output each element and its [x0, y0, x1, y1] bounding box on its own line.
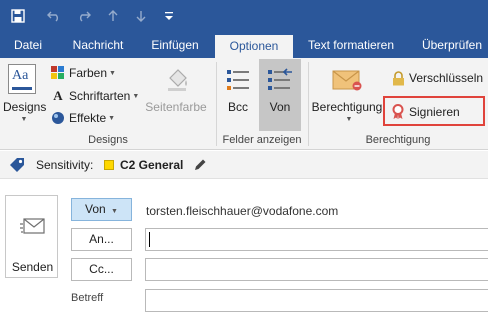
title-bar — [0, 0, 488, 32]
send-button[interactable]: Senden — [5, 195, 58, 278]
farben-label: Farben — [69, 66, 108, 80]
envelope-permission-icon — [332, 68, 362, 95]
berechtigung-button[interactable]: Berechtigung ▼ — [310, 62, 384, 130]
verschluesseln-button[interactable]: Verschlüsseln — [390, 68, 483, 88]
schriftarten-label: Schriftarten — [69, 89, 131, 103]
seitenfarbe-button[interactable]: Seitenfarbe — [144, 62, 208, 130]
text-cursor — [149, 232, 150, 247]
schriftarten-button[interactable]: A Schriftarten ▼ — [50, 86, 139, 106]
designs-group-label: Designs — [88, 134, 128, 146]
sensitivity-value[interactable]: C2 General — [120, 158, 183, 172]
fields-group-label: Felder anzeigen — [222, 134, 302, 146]
to-field[interactable] — [145, 228, 488, 251]
subject-field[interactable] — [145, 289, 488, 312]
font-icon: A — [53, 88, 63, 103]
sensitivity-label: Sensitivity: — [36, 158, 94, 172]
compose-header: Senden Von ▼ torsten.fleischhauer@vodafo… — [0, 180, 488, 315]
chevron-down-icon: ▼ — [111, 208, 118, 215]
lock-icon — [390, 70, 406, 86]
tab-text-formatieren[interactable]: Text formatieren — [298, 32, 404, 58]
tab-einfuegen[interactable]: Einfügen — [140, 32, 210, 58]
seitenfarbe-label: Seitenfarbe — [145, 100, 207, 114]
designs-dropdown-icon: ▼ — [20, 116, 28, 123]
designs-icon: Aa — [8, 64, 36, 94]
von-label: Von — [269, 100, 291, 114]
previous-item-icon[interactable] — [104, 0, 122, 32]
tab-ueberpruefen[interactable]: Überprüfen — [412, 32, 488, 58]
chevron-down-icon: ▼ — [132, 92, 140, 100]
effekte-button[interactable]: Effekte ▼ — [50, 108, 115, 128]
chevron-down-icon: ▼ — [109, 69, 116, 77]
to-button[interactable]: An... — [71, 228, 132, 251]
save-icon[interactable] — [8, 0, 28, 32]
sensitivity-bar: Sensitivity: C2 General — [0, 151, 488, 179]
sensitivity-color-swatch — [104, 160, 114, 170]
paint-bucket-icon — [164, 66, 190, 95]
undo-icon[interactable] — [44, 0, 64, 32]
effects-icon — [50, 110, 66, 126]
permission-group-label: Berechtigung — [365, 134, 431, 146]
cc-field[interactable] — [145, 258, 488, 281]
verschluesseln-label: Verschlüsseln — [409, 71, 484, 85]
next-item-icon[interactable] — [132, 0, 150, 32]
bcc-icon — [227, 68, 251, 95]
bcc-button[interactable]: Bcc — [221, 62, 255, 130]
sensitivity-icon — [9, 157, 25, 176]
tab-datei[interactable]: Datei — [0, 32, 56, 58]
palette-icon — [50, 65, 66, 81]
from-address: torsten.fleischhauer@vodafone.com — [146, 204, 339, 218]
from-button-label: Von — [85, 202, 106, 216]
effekte-label: Effekte — [69, 111, 107, 125]
von-toggle-button[interactable]: Von — [259, 59, 301, 131]
von-icon — [268, 68, 292, 95]
send-envelope-icon — [20, 216, 46, 241]
farben-button[interactable]: Farben ▼ — [50, 63, 116, 83]
designs-label: Designs — [3, 100, 47, 114]
designs-button[interactable]: Aa Designs ▼ — [3, 62, 47, 130]
customize-toolbar-icon[interactable] — [162, 0, 176, 32]
signieren-highlight-box — [383, 96, 485, 126]
bcc-label: Bcc — [227, 100, 248, 114]
chevron-down-icon: ▼ — [345, 116, 353, 123]
pencil-edit-icon[interactable] — [194, 158, 207, 174]
tab-optionen[interactable]: Optionen — [215, 35, 293, 58]
ribbon-tabs: Datei Nachricht Einfügen Optionen Text f… — [0, 32, 488, 58]
cc-button[interactable]: Cc... — [71, 258, 132, 281]
berechtigung-label: Berechtigung — [311, 100, 383, 114]
from-button[interactable]: Von ▼ — [71, 198, 132, 221]
send-label: Senden — [11, 260, 54, 274]
subject-label: Betreff — [71, 292, 104, 304]
chevron-down-icon: ▼ — [108, 114, 116, 122]
redo-icon[interactable] — [74, 0, 94, 32]
tab-nachricht[interactable]: Nachricht — [60, 32, 136, 58]
